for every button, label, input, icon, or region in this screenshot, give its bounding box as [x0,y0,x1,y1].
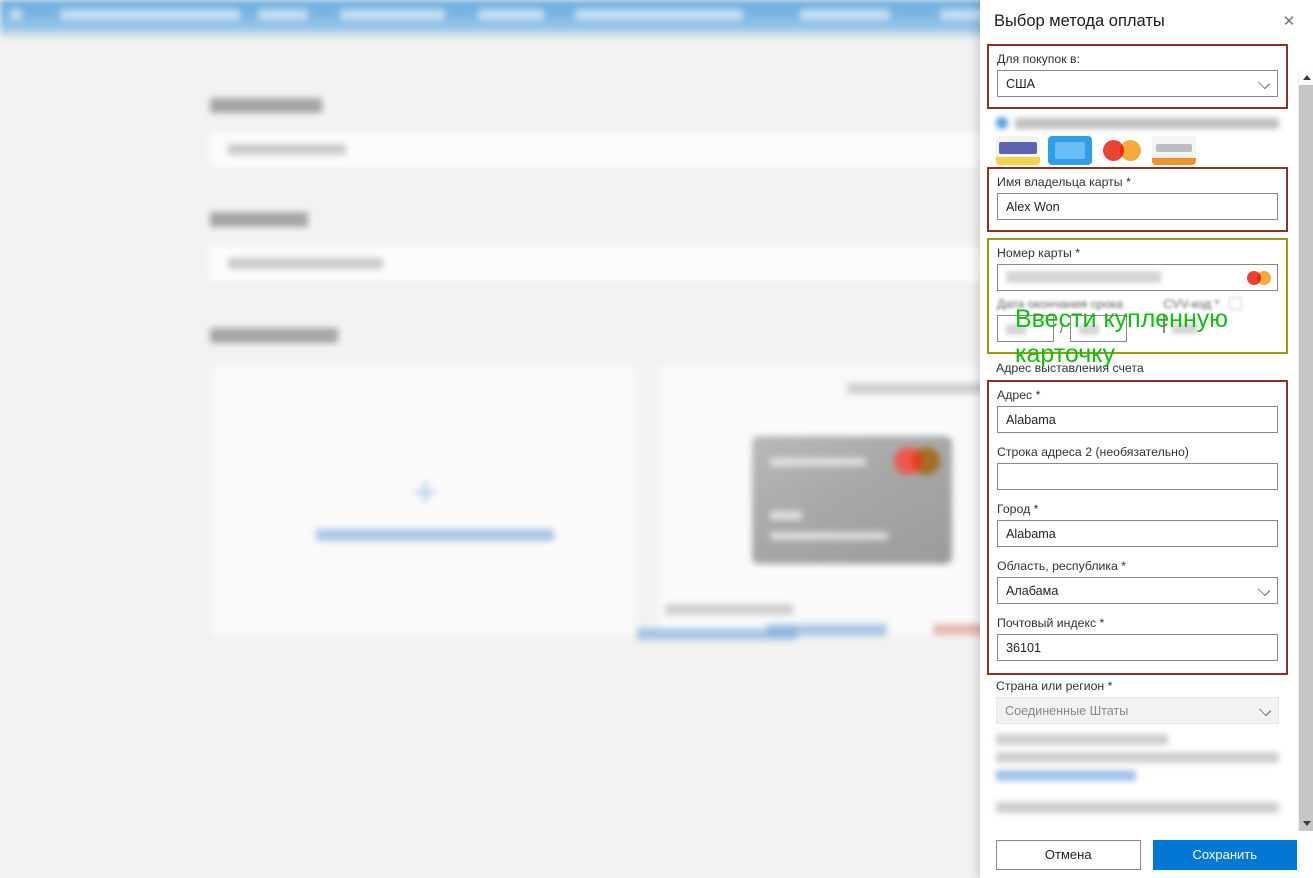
nav-item-4 [575,9,743,20]
close-icon[interactable]: ✕ [1275,7,1303,35]
city-label: Город * [997,502,1039,516]
country-label: Страна или регион * [996,679,1113,693]
background-placeholder-1 [228,144,346,155]
background-credit-card-image [752,436,952,564]
background-card-line-3 [770,532,888,540]
background-card-note [665,604,793,615]
background-input-1 [210,132,990,170]
purchase-region-label: Для покупок в: [997,52,1080,66]
state-select[interactable] [997,577,1278,604]
address1-label: Адрес * [997,388,1041,402]
accepted-cards-logos [996,136,1279,165]
cardholder-name-highlight: Имя владельца карты * [987,167,1288,232]
scroll-up-arrow-icon[interactable] [1299,69,1313,85]
state-label: Область, республика * [997,559,1127,573]
billing-address-section-title: Адрес выставления счета [996,361,1144,375]
background-content [0,40,995,878]
country-select [996,697,1279,724]
background-heading-1 [210,98,322,113]
expiry-inputs: / [997,315,1151,342]
country-section: Страна или регион * [980,675,1295,724]
expiry-label: Дата окончания срока [997,297,1123,311]
cvv-help-icon[interactable] [1228,297,1242,310]
notice-line [996,734,1168,745]
expiry-column: Дата окончания срока / [997,297,1151,342]
background-card-line-1 [770,458,866,466]
background-topbar-shadow [0,30,990,40]
dialog-header: Выбор метода оплаты ✕ [980,0,1313,42]
discover-logo-icon [1152,136,1196,165]
expiry-month-input[interactable] [997,315,1054,342]
background-add-payment-card[interactable] [210,365,638,637]
purchase-region-highlight: Для покупок в: [987,44,1288,109]
address1-input[interactable] [997,406,1278,433]
city-input[interactable] [997,520,1278,547]
background-card-link-2[interactable] [637,628,797,640]
payment-method-dialog: Выбор метода оплаты ✕ Для покупок в: США… [980,0,1313,878]
cvv-input[interactable] [1163,314,1199,334]
nav-brand [60,9,240,20]
scroll-down-arrow-icon[interactable] [1299,815,1313,831]
background-add-link[interactable] [316,529,554,541]
background-top-navbar [0,0,990,30]
notice-line [996,770,1136,781]
card-number-masked-value [1006,271,1161,283]
cardholder-name-input[interactable] [997,193,1278,220]
address2-label: Строка адреса 2 (необязательно) [997,445,1189,459]
background-card-caption [847,383,987,394]
card-number-input-wrap [997,264,1278,291]
state-select-wrap [997,577,1278,604]
expiry-year-input[interactable] [1069,315,1127,342]
purchase-region-select-wrap [997,70,1278,97]
dialog-footer: Отмена Сохранить [980,831,1313,878]
visa-logo-icon [996,136,1040,165]
scrollbar-thumb[interactable] [1299,85,1313,831]
save-button[interactable]: Сохранить [1152,839,1297,870]
notice-line [996,802,1279,813]
background-card-line-2 [770,511,802,520]
expiry-cvv-row: Дата окончания срока / CVV-код * [997,297,1278,342]
radio-selected-icon [996,117,1008,129]
purchase-region-select[interactable] [997,70,1278,97]
accepted-cards-label [996,117,1279,129]
cvv-column: CVV-код * [1163,297,1278,334]
nav-item-2 [340,9,445,20]
dialog-body: Для покупок в: США Имя владельца карты *… [980,42,1295,820]
postal-code-input[interactable] [997,634,1278,661]
cvv-label: CVV-код * [1163,297,1278,312]
background-placeholder-2 [228,258,383,269]
cvv-label-text: CVV-код * [1163,297,1220,311]
accepted-cards-section [980,109,1295,167]
mastercard-icon [1247,271,1271,285]
background-heading-2 [210,212,308,227]
postal-code-label: Почтовый индекс * [997,616,1105,630]
plus-icon [414,481,436,503]
nav-item-1 [258,9,308,20]
nav-item-5 [800,9,890,20]
background-heading-3 [210,328,338,343]
nav-waffle-icon [10,9,22,20]
dialog-scroll-area: Для покупок в: США Имя владельца карты *… [980,42,1313,831]
nav-item-3 [478,9,544,20]
mastercard-icon [894,447,940,475]
mastercard-logo-icon [1100,136,1144,165]
card-number-highlight: Номер карты * Дата окончания срока / CVV… [987,238,1288,354]
card-number-label: Номер карты * [997,246,1080,260]
cancel-button[interactable]: Отмена [996,839,1141,870]
dialog-scrollbar[interactable] [1298,69,1313,831]
notice-line [996,752,1279,763]
address2-input[interactable] [997,463,1278,490]
billing-address-highlight: Адрес * Строка адреса 2 (необязательно) … [987,380,1288,675]
amex-logo-icon [1048,136,1092,165]
background-input-2 [210,246,990,284]
expiry-separator: / [1060,321,1064,336]
page-title: Выбор метода оплаты [994,11,1165,30]
country-select-wrap [996,697,1279,724]
cardholder-name-label: Имя владельца карты * [997,175,1131,189]
legal-notice [980,724,1295,813]
